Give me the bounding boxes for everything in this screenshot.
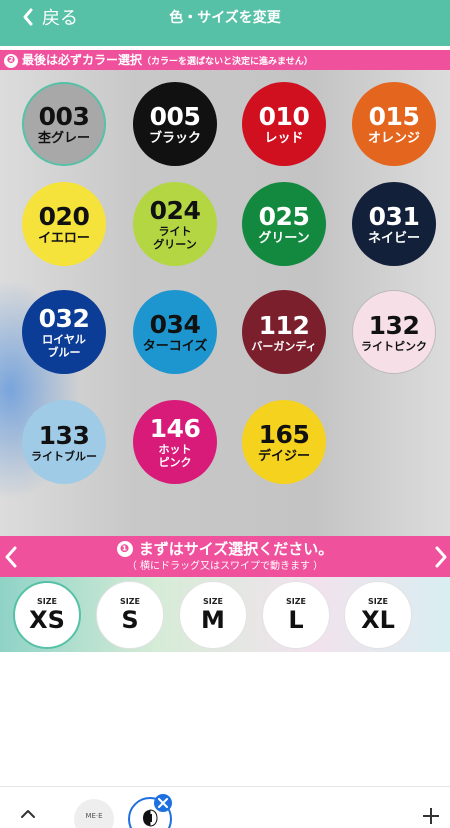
color-swatch-003[interactable]: 003 杢グレー [22,82,106,166]
color-swatch-025[interactable]: 025 グリーン [242,182,326,266]
color-code: 020 [38,201,90,231]
color-code: 034 [149,309,201,339]
color-name: デイジー [257,448,310,464]
color-swatch-grid: 003 杢グレー 005 ブラック 010 レッド 015 オレンジ 020 イエロー 024 ライト… [0,70,450,536]
color-name: ブラック [148,130,201,146]
color-name: ライトピンク [361,339,427,353]
color-code: 112 [258,310,310,340]
color-swatch-010[interactable]: 010 レッド [242,82,326,166]
close-icon [158,798,168,808]
size-value: M [201,606,225,634]
size-option-s[interactable]: SIZE S [96,581,164,649]
size-option-m[interactable]: SIZE M [179,581,247,649]
color-code: 165 [258,419,310,449]
product-thumbnail[interactable]: ME·E [74,799,114,828]
color-swatch-031[interactable]: 031 ネイビー [352,182,436,266]
color-name: バーガンディ [251,339,317,353]
step-number-badge: ❶ [116,541,133,557]
plus-icon[interactable] [422,807,440,825]
scroll-left-arrow-icon[interactable] [4,544,18,570]
size-section-hint: （ 横にドラッグ又はスワイプで動きます ） [126,561,324,572]
thumbnail-label: ME·E [85,812,103,820]
color-section-heading: 最後は必ずカラー選択 [22,53,143,67]
color-swatch-015[interactable]: 015 オレンジ [352,82,436,166]
size-value: L [288,606,304,634]
color-code: 031 [368,201,420,231]
bottom-bar: ME·E [0,786,450,828]
color-name: 杢グレー [37,130,90,146]
color-swatch-146[interactable]: 146 ホット ピンク [133,400,217,484]
color-code: 146 [149,414,201,443]
size-value: S [121,606,139,634]
tshirt-icon [143,809,158,827]
color-swatch-165[interactable]: 165 デイジー [242,400,326,484]
scroll-right-arrow-icon[interactable] [434,544,448,570]
color-name: イエロー [38,230,90,246]
color-code: 005 [149,101,201,131]
color-swatch-133[interactable]: 133 ライトブルー [22,400,106,484]
color-code: 032 [38,304,90,333]
chevron-up-icon[interactable] [20,809,36,819]
color-code: 024 [149,196,201,225]
color-name: ネイビー [367,230,420,246]
color-code: 003 [38,101,90,131]
color-section-note: （カラーを選ばないと決定に進みません） [142,57,313,67]
color-code: 132 [368,310,420,340]
color-swatch-020[interactable]: 020 イエロー [22,182,106,266]
size-section-heading: まずはサイズ選択ください。 [138,540,334,558]
size-option-l[interactable]: SIZE L [262,581,330,649]
color-code: 015 [368,101,420,131]
color-name: ライトブルー [31,449,97,463]
size-value: XS [29,606,65,634]
color-code: 133 [38,420,90,450]
color-code: 025 [258,201,310,231]
size-section-header: ❶ まずはサイズ選択ください。 （ 横にドラッグ又はスワイプで動きます ） [0,536,450,577]
step-number-badge: ❷ [4,54,18,68]
page-title: 色・サイズを変更 [169,10,281,26]
color-swatch-034[interactable]: 034 ターコイズ [133,290,217,374]
size-selector: SIZE XS SIZE S SIZE M SIZE L SIZE XL [0,577,450,652]
color-name: レッド [264,130,304,146]
color-swatch-112[interactable]: 112 バーガンディ [242,290,326,374]
color-section-header: ❷ 最後は必ずカラー選択（カラーを選ばないと決定に進みません） [0,50,450,70]
size-option-xl[interactable]: SIZE XL [344,581,412,649]
color-swatch-005[interactable]: 005 ブラック [133,82,217,166]
color-swatch-032[interactable]: 032 ロイヤル ブルー [22,290,106,374]
remove-item-button[interactable] [154,794,172,812]
top-bar: 戻る 色・サイズを変更 [0,0,450,46]
color-name: ライト グリーン [153,225,197,251]
color-code: 010 [258,101,310,131]
color-swatch-132[interactable]: 132 ライトピンク [352,290,436,374]
size-option-xs[interactable]: SIZE XS [13,581,81,649]
color-name: オレンジ [367,130,420,146]
color-name: ロイヤル ブルー [42,333,86,359]
color-name: ホット ピンク [158,443,192,469]
color-swatch-024[interactable]: 024 ライト グリーン [133,182,217,266]
color-name: グリーン [258,230,310,246]
color-name: ターコイズ [142,338,208,354]
size-value: XL [361,606,395,634]
